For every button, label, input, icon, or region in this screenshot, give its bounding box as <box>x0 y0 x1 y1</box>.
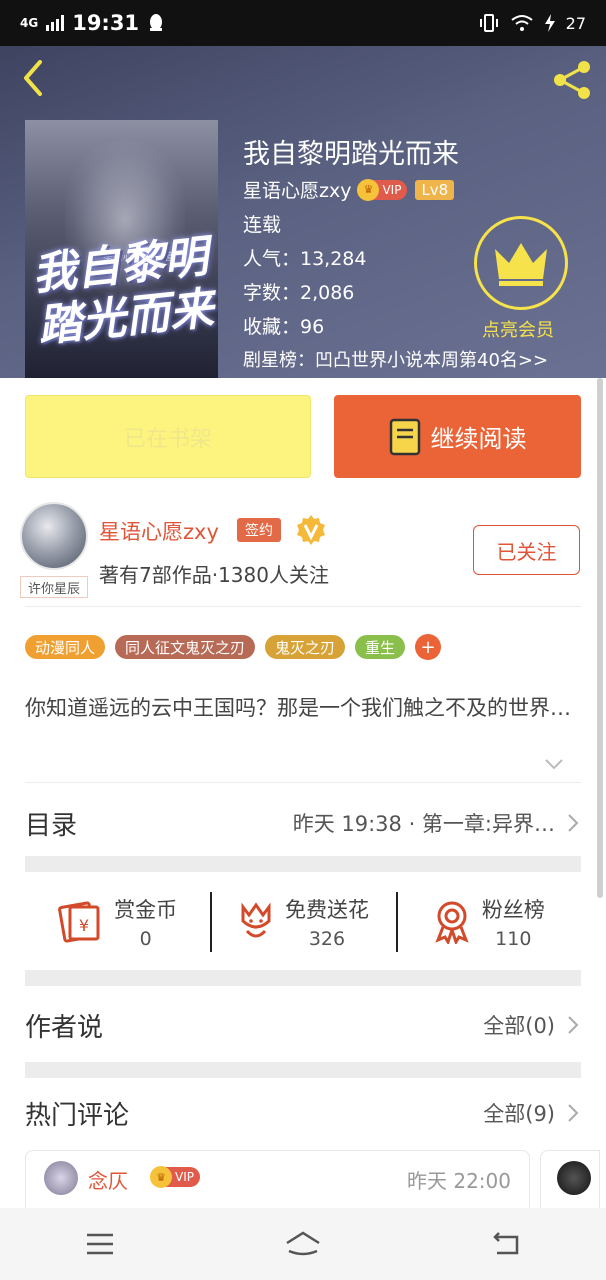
reward-label: 赏金币 <box>114 898 178 922</box>
latest-chapter: 昨天 19:38 · 第一章:异界… <box>292 812 555 836</box>
chevron-right-icon <box>568 814 579 832</box>
author-says-title: 作者说 <box>25 1012 104 1043</box>
in-bookshelf-button[interactable]: 已在书架 <box>25 395 311 478</box>
commenter-avatar[interactable] <box>44 1161 78 1195</box>
commenter-avatar[interactable] <box>557 1161 591 1195</box>
book-intro[interactable]: 你知道遥远的云中王国吗？那是一个我们触之不及的世界… <box>25 694 585 723</box>
comment-card[interactable] <box>540 1150 600 1208</box>
signal-bars-icon <box>46 15 65 31</box>
signed-badge: 签约 <box>237 518 281 542</box>
vip-badge: ♛ VIP <box>150 1166 200 1188</box>
reward-value: 110 <box>495 928 532 950</box>
author-says-all: 全部(0) <box>483 1014 555 1038</box>
tag-item[interactable]: 动漫同人 <box>25 635 106 659</box>
book-header: 星语心愿zxy 著 我自黎明踏光而来 我自黎明踏光而来 星语心愿zxy ♛ VIP… <box>0 46 606 378</box>
book-icon <box>389 418 420 455</box>
author-name[interactable]: 星语心愿zxy <box>99 516 219 546</box>
catalog-row[interactable]: 目录 昨天 19:38 · 第一章:异界… <box>25 800 581 846</box>
avatar-tag: 许你星辰 <box>20 576 88 598</box>
wifi-icon <box>511 15 533 31</box>
tag-item[interactable]: 重生 <box>355 635 406 659</box>
book-status: 连载 <box>243 214 282 236</box>
reward-label: 粉丝榜 <box>481 898 545 922</box>
red-envelope-icon: ¥ <box>58 901 100 943</box>
reward-bar: ¥ 赏金币 0 免费送花 326 粉丝榜 110 <box>25 878 581 966</box>
reward-value: 0 <box>139 928 152 950</box>
comment-card[interactable]: 念仄 ♛ VIP 昨天 22:00 <box>25 1150 530 1208</box>
book-cover[interactable]: 星语心愿zxy 著 我自黎明踏光而来 <box>25 120 218 378</box>
add-tag-button[interactable]: + <box>415 634 442 660</box>
vip-badge-label: VIP <box>175 1170 194 1184</box>
battery-level: 27 <box>565 13 586 33</box>
notification-icon <box>150 14 163 31</box>
vip-badge-label: VIP <box>382 182 402 197</box>
home-icon[interactable] <box>283 1227 323 1261</box>
reward-coins-button[interactable]: ¥ 赏金币 0 <box>25 878 210 966</box>
book-title: 我自黎明踏光而来 <box>243 139 459 170</box>
scrollbar[interactable] <box>597 378 603 898</box>
section-separator <box>25 1062 581 1078</box>
cover-title: 我自黎明踏光而来 <box>30 231 216 353</box>
crown-icon <box>495 243 547 286</box>
free-flower-button[interactable]: 免费送花 326 <box>210 878 395 966</box>
system-nav-bar <box>0 1208 606 1280</box>
book-word-count: 字数：2,086 <box>243 282 355 304</box>
medal-icon <box>435 901 469 944</box>
author-avatar[interactable] <box>20 502 88 570</box>
hot-comments-all: 全部(9) <box>483 1102 555 1126</box>
verified-v-icon <box>297 515 325 545</box>
reward-value: 326 <box>308 928 346 950</box>
book-author[interactable]: 星语心愿zxy <box>243 176 351 203</box>
hot-comments-title: 热门评论 <box>25 1100 130 1131</box>
section-separator <box>25 856 581 872</box>
crown-icon: ♛ <box>357 178 380 201</box>
chevron-down-icon[interactable] <box>542 752 566 776</box>
chevron-right-icon <box>568 1016 579 1034</box>
signal-indicator: 4G <box>20 16 39 30</box>
continue-reading-label: 继续阅读 <box>430 425 527 453</box>
book-favorites: 收藏：96 <box>243 316 325 338</box>
author-says-row[interactable]: 作者说 全部(0) <box>25 1002 581 1048</box>
level-badge: Lv8 <box>415 179 455 200</box>
chevron-right-icon <box>568 1104 579 1122</box>
vip-badge: ♛ VIP <box>357 178 408 201</box>
divider <box>25 782 581 783</box>
share-icon[interactable] <box>550 58 594 102</box>
vip-membership-button[interactable] <box>474 216 568 310</box>
author-stats: 著有7部作品·1380人关注 <box>99 563 329 587</box>
comment-time: 昨天 22:00 <box>407 1169 511 1193</box>
vip-cta-label[interactable]: 点亮会员 <box>482 316 554 342</box>
fan-ranking-button[interactable]: 粉丝榜 110 <box>395 878 581 966</box>
crown-icon: ♛ <box>150 1166 172 1188</box>
tag-item[interactable]: 同人征文鬼灭之刃 <box>115 635 256 659</box>
back-icon[interactable] <box>14 56 54 100</box>
svg-text:¥: ¥ <box>79 916 89 935</box>
book-author-row: 星语心愿zxy ♛ VIP Lv8 <box>243 176 455 203</box>
catalog-title: 目录 <box>25 810 78 841</box>
tag-item[interactable]: 鬼灭之刃 <box>265 635 346 659</box>
status-bar: 4G 19:31 27 <box>0 0 606 46</box>
vibrate-icon <box>479 14 498 32</box>
book-ranking-link[interactable]: 剧星榜：凹凸世界小说本周第40名>> <box>243 346 548 372</box>
charging-icon <box>544 14 555 32</box>
back-nav-icon[interactable] <box>489 1227 523 1261</box>
hot-comments-row[interactable]: 热门评论 全部(9) <box>25 1090 581 1136</box>
section-separator <box>25 970 581 986</box>
menu-icon[interactable] <box>83 1227 117 1261</box>
commenter-name[interactable]: 念仄 <box>88 1165 128 1194</box>
divider <box>25 606 581 607</box>
reward-label: 免费送花 <box>284 898 369 922</box>
clock: 19:31 <box>72 11 140 35</box>
flower-icon <box>241 902 271 938</box>
book-popularity: 人气：13,284 <box>243 248 367 270</box>
main-content: 已在书架 继续阅读 许你星辰 星语心愿zxy 签约 著有7部作品·1380人关注… <box>0 378 606 1208</box>
followed-button[interactable]: 已关注 <box>473 525 580 575</box>
continue-reading-button[interactable]: 继续阅读 <box>334 395 581 478</box>
tag-list: 动漫同人 同人征文鬼灭之刃 鬼灭之刃 重生 + <box>25 634 442 660</box>
